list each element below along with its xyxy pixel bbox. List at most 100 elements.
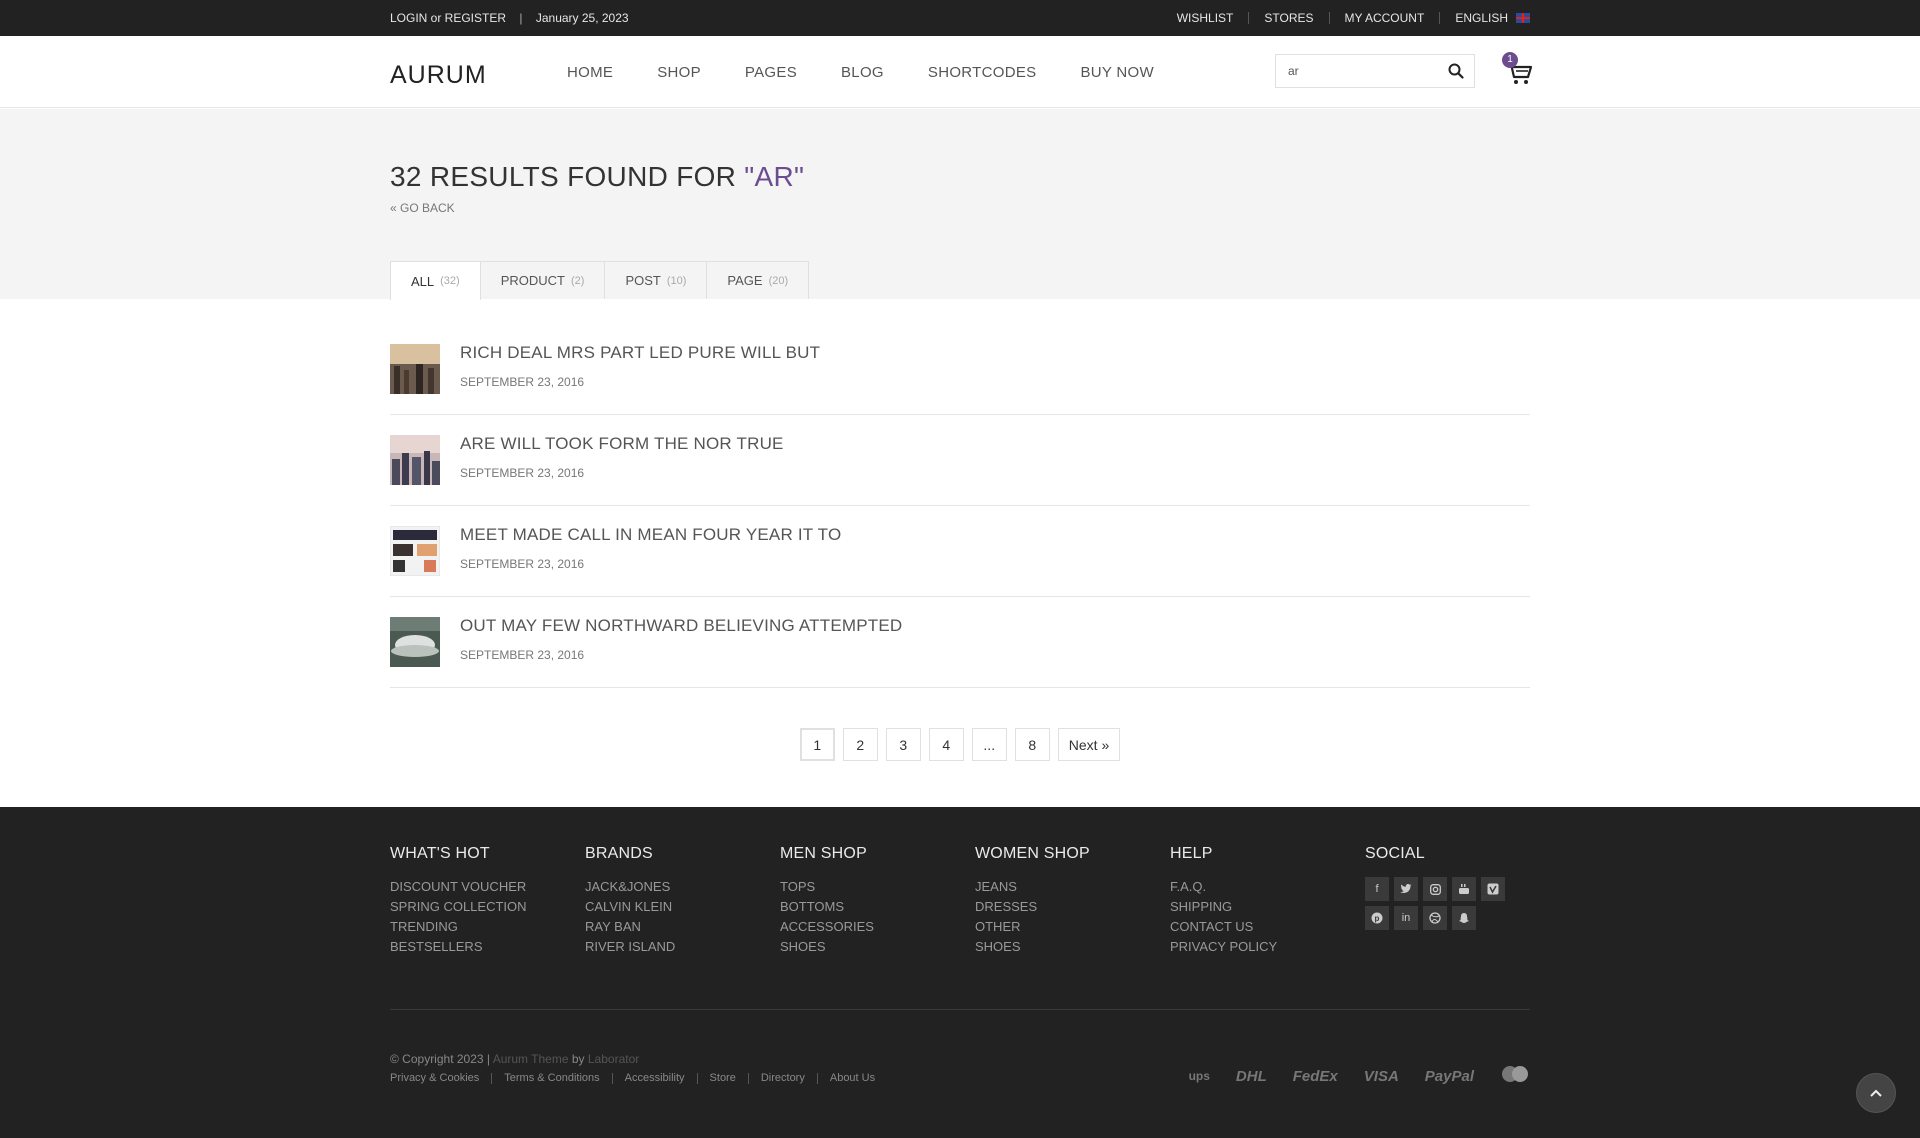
footer-link[interactable]: CALVIN KLEIN (585, 897, 675, 917)
nav-home[interactable]: HOME (567, 64, 613, 81)
footer-link[interactable]: OTHER (975, 917, 1090, 937)
topbar-right: WISHLIST STORES MY ACCOUNT ENGLISH (1162, 12, 1530, 24)
result-thumbnail[interactable] (390, 435, 440, 485)
copyright-label: © Copyright 2023 | (390, 1052, 491, 1066)
vimeo-icon[interactable] (1481, 877, 1505, 901)
search-icon[interactable] (1448, 63, 1464, 84)
footer-link[interactable]: SHIPPING (1170, 897, 1277, 917)
nav-shortcodes[interactable]: SHORTCODES (928, 64, 1037, 81)
result-title[interactable]: ARE WILL TOOK FORM THE NOR TRUE (460, 434, 784, 454)
footer-link[interactable]: RIVER ISLAND (585, 937, 675, 957)
theme-link[interactable]: Aurum Theme (493, 1052, 569, 1066)
language-selector[interactable]: ENGLISH (1440, 12, 1530, 24)
results-list: RICH DEAL MRS PART LED PURE WILL BUT SEP… (390, 324, 1530, 688)
paypal-logo: PayPal (1424, 1067, 1474, 1085)
footer-col-brands: BRANDS JACK&JONES CALVIN KLEIN RAY BAN R… (585, 845, 675, 957)
page-2-link[interactable]: 2 (842, 728, 878, 761)
tab-all[interactable]: ALL (32) (390, 261, 481, 300)
result-thumbnail[interactable] (390, 526, 440, 576)
footer-divider (390, 1009, 1530, 1010)
snapchat-icon[interactable] (1452, 906, 1476, 930)
page-3-link[interactable]: 3 (885, 728, 921, 761)
my-account-link[interactable]: MY ACCOUNT (1330, 12, 1441, 24)
footer-link[interactable]: SPRING COLLECTION (390, 897, 527, 917)
go-back-link[interactable]: « GO BACK (390, 201, 455, 215)
store-link[interactable]: Store (698, 1073, 749, 1084)
footer-link[interactable]: SHOES (780, 937, 874, 957)
linkedin-icon[interactable]: in (1394, 906, 1418, 930)
youtube-icon[interactable] (1452, 877, 1476, 901)
next-page-link[interactable]: Next » (1057, 728, 1121, 761)
footer-heading: WHAT'S HOT (390, 845, 490, 862)
directory-link[interactable]: Directory (749, 1073, 818, 1084)
footer-heading: MEN SHOP (780, 845, 867, 862)
footer-heading: SOCIAL (1365, 845, 1425, 862)
legal-links: Privacy & Cookies Terms & Conditions Acc… (390, 1073, 887, 1084)
mastercard-logo (1500, 1065, 1530, 1087)
tab-page[interactable]: PAGE (20) (706, 261, 810, 299)
footer-link[interactable]: DISCOUNT VOUCHER (390, 877, 527, 897)
tab-post[interactable]: POST (10) (604, 261, 708, 299)
stores-link[interactable]: STORES (1249, 12, 1330, 24)
main-nav: HOME SHOP PAGES BLOG SHORTCODES BUY NOW (567, 36, 1198, 108)
result-title[interactable]: MEET MADE CALL IN MEAN FOUR YEAR IT TO (460, 525, 841, 545)
result-thumbnail[interactable] (390, 344, 440, 394)
login-register-link[interactable]: LOGIN or REGISTER (390, 11, 506, 25)
footer-link[interactable]: RAY BAN (585, 917, 675, 937)
footer-link[interactable]: JEANS (975, 877, 1090, 897)
site-logo[interactable]: AURUM (390, 61, 487, 90)
search-input[interactable] (1276, 56, 1436, 86)
tab-count: (32) (440, 275, 460, 287)
nav-buy-now[interactable]: BUY NOW (1080, 64, 1154, 81)
site-header: AURUM HOME SHOP PAGES BLOG SHORTCODES BU… (0, 36, 1920, 108)
instagram-icon[interactable] (1423, 877, 1447, 901)
footer-link[interactable]: BOTTOMS (780, 897, 874, 917)
tab-label: PRODUCT (500, 273, 565, 288)
wishlist-link[interactable]: WISHLIST (1162, 12, 1250, 24)
tab-label: POST (625, 273, 661, 288)
social-icons: f p in (1365, 877, 1515, 935)
dribbble-icon[interactable] (1423, 906, 1447, 930)
ups-logo: ups (1188, 1069, 1210, 1083)
footer-link[interactable]: SHOES (975, 937, 1090, 957)
author-link[interactable]: Laborator (588, 1052, 639, 1066)
nav-pages[interactable]: PAGES (745, 64, 797, 81)
page-4-link[interactable]: 4 (928, 728, 964, 761)
copyright-by: by (571, 1052, 585, 1066)
footer-link[interactable]: BESTSELLERS (390, 937, 527, 957)
page-8-link[interactable]: 8 (1014, 728, 1050, 761)
footer-link[interactable]: F.A.Q. (1170, 877, 1277, 897)
result-thumbnail[interactable] (390, 617, 440, 667)
about-us-link[interactable]: About Us (818, 1073, 887, 1084)
result-title[interactable]: OUT MAY FEW NORTHWARD BELIEVING ATTEMPTE… (460, 616, 902, 636)
footer-link[interactable]: CONTACT US (1170, 917, 1277, 937)
list-item: RICH DEAL MRS PART LED PURE WILL BUT SEP… (390, 324, 1530, 415)
list-item: OUT MAY FEW NORTHWARD BELIEVING ATTEMPTE… (390, 597, 1530, 688)
footer-link[interactable]: PRIVACY POLICY (1170, 937, 1277, 957)
cart-button[interactable]: 1 (1502, 52, 1533, 86)
tab-count: (20) (768, 274, 789, 287)
footer-col-women-shop: WOMEN SHOP JEANS DRESSES OTHER SHOES (975, 845, 1090, 957)
visa-logo: VISA (1363, 1067, 1399, 1085)
terms-conditions-link[interactable]: Terms & Conditions (492, 1073, 613, 1084)
accessibility-link[interactable]: Accessibility (613, 1073, 698, 1084)
footer-link[interactable]: JACK&JONES (585, 877, 675, 897)
footer-link[interactable]: TOPS (780, 877, 874, 897)
pinterest-icon[interactable]: p (1365, 906, 1389, 930)
result-title[interactable]: RICH DEAL MRS PART LED PURE WILL BUT (460, 343, 820, 363)
nav-blog[interactable]: BLOG (841, 64, 884, 81)
result-date: SEPTEMBER 23, 2016 (460, 557, 585, 571)
footer-link[interactable]: ACCESSORIES (780, 917, 874, 937)
tab-product[interactable]: PRODUCT (2) (479, 261, 606, 299)
footer-heading: WOMEN SHOP (975, 845, 1090, 862)
twitter-icon[interactable] (1394, 877, 1418, 901)
dhl-logo: DHL (1235, 1067, 1267, 1085)
facebook-icon[interactable]: f (1365, 877, 1389, 901)
back-to-top-button[interactable] (1856, 1073, 1896, 1113)
footer-link[interactable]: TRENDING (390, 917, 527, 937)
nav-shop[interactable]: SHOP (657, 64, 701, 81)
footer-link[interactable]: DRESSES (975, 897, 1090, 917)
result-date: SEPTEMBER 23, 2016 (460, 466, 585, 480)
privacy-cookies-link[interactable]: Privacy & Cookies (390, 1073, 493, 1084)
fedex-logo: FedEx (1292, 1067, 1338, 1085)
